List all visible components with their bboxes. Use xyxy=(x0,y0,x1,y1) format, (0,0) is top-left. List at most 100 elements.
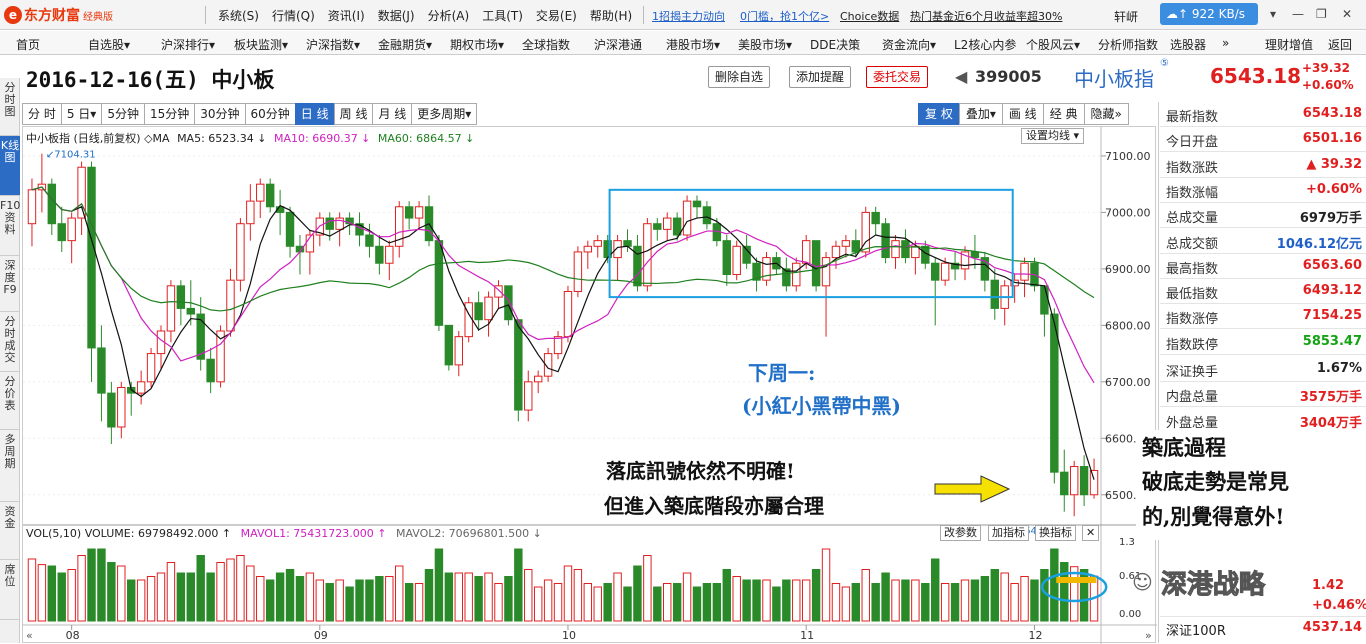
menu-system[interactable]: 系统(S) xyxy=(218,7,259,24)
nav-options[interactable]: 期权市场▾ xyxy=(450,36,504,53)
quote-row: 总成交额 1046.12亿元 xyxy=(1160,229,1366,254)
period-weekly[interactable]: 周 线 xyxy=(333,103,374,125)
period-15min[interactable]: 15分钟 xyxy=(143,103,196,125)
nav-screener[interactable]: 选股器 xyxy=(1170,36,1206,53)
sidebar-item-f9[interactable]: 深度F9 xyxy=(0,256,20,312)
remove-watchlist-button[interactable]: 删除自选 xyxy=(708,66,771,88)
period-daily[interactable]: 日 线 xyxy=(294,103,335,125)
nav-index[interactable]: 沪深指数▾ xyxy=(306,36,360,53)
nav-connect[interactable]: 沪深港通 xyxy=(594,36,642,53)
quote-row: 外盘总量 3404万手 xyxy=(1160,408,1366,433)
sidebar-item-capital[interactable]: 资金 xyxy=(0,502,20,560)
nav-more[interactable]: » xyxy=(1222,36,1229,50)
network-speed-badge: ☁↑ 922 KB/s xyxy=(1160,3,1258,25)
nav-us[interactable]: 美股市场▾ xyxy=(738,36,792,53)
nav-stock-wind[interactable]: 个股风云▾ xyxy=(1026,36,1080,53)
adjust-button[interactable]: 复 权 xyxy=(918,103,960,125)
period-60min[interactable]: 60分钟 xyxy=(244,103,296,125)
close-indicator-icon[interactable]: ✕ xyxy=(1082,525,1100,541)
volume-bar xyxy=(881,572,890,622)
side-number: 1.42 xyxy=(1312,578,1345,593)
draw-line-button[interactable]: 画 线 xyxy=(1001,103,1044,125)
nav-sector[interactable]: 板块监测▾ xyxy=(234,36,288,53)
candle-body xyxy=(206,358,215,383)
volume-highlight-fill xyxy=(1056,577,1097,583)
restore-icon[interactable]: ❐ xyxy=(1316,7,1327,21)
promo-link-1[interactable]: 1招揭主力动向 xyxy=(652,8,725,24)
nav-l2[interactable]: L2核心内参 xyxy=(954,36,1016,53)
sidebar-item-price-table[interactable]: 分价表 xyxy=(0,372,20,430)
volume-bar xyxy=(355,579,364,622)
month-label: 08 xyxy=(66,629,80,642)
set-ma-button[interactable]: 设置均线 ▾ xyxy=(1021,128,1085,144)
level-badge-icon: ⑤ xyxy=(1160,58,1169,69)
menu-quote[interactable]: 行情(Q) xyxy=(272,7,315,24)
menu-analysis[interactable]: 分析(A) xyxy=(428,7,470,24)
user-name[interactable]: 轩岍 xyxy=(1114,8,1138,25)
nav-back[interactable]: 返回 xyxy=(1328,36,1352,53)
volume-bar xyxy=(246,565,255,622)
prev-arrow-icon[interactable]: ◀ xyxy=(955,67,967,86)
sidebar-item-timeshare[interactable]: 分时图 xyxy=(0,78,20,136)
nav-dde[interactable]: DDE决策 xyxy=(810,36,860,53)
period-more[interactable]: 更多周期▾ xyxy=(411,103,478,125)
nav-analyst[interactable]: 分析师指数 xyxy=(1098,36,1158,53)
add-indicator-button[interactable]: 加指标 xyxy=(988,525,1029,541)
add-alert-button[interactable]: 添加提醒 xyxy=(789,66,852,88)
menu-news[interactable]: 资讯(I) xyxy=(328,7,365,24)
close-icon[interactable]: ✕ xyxy=(1342,7,1352,21)
volume-bar xyxy=(851,583,861,622)
volume-bar xyxy=(891,579,900,622)
minimize-icon[interactable]: — xyxy=(1292,7,1304,21)
overlay-button[interactable]: 叠加▾ xyxy=(958,103,1003,125)
sidebar-item-f10[interactable]: F10资料 xyxy=(0,196,20,256)
candle-body xyxy=(613,240,622,259)
nav-capital[interactable]: 资金流向▾ xyxy=(882,36,936,53)
candle-body xyxy=(990,279,999,309)
period-5min[interactable]: 5分钟 xyxy=(101,103,145,125)
sidebar-item-kline[interactable]: K线图 xyxy=(0,136,20,196)
menu-trade[interactable]: 交易(E) xyxy=(536,7,577,24)
volume-bar xyxy=(742,579,751,622)
promo-link-3[interactable]: Choice数据 xyxy=(840,8,899,24)
chart-area[interactable]: 7100.00 7000.00 6900.00 6800.00 6700.00 6600.… xyxy=(22,126,1157,644)
dropdown-icon[interactable]: ▾ xyxy=(1270,7,1276,21)
candle-body xyxy=(831,245,841,259)
quote-label: 内盘总量 xyxy=(1166,390,1219,406)
nav-futures[interactable]: 金融期货▾ xyxy=(378,36,432,53)
volume-bar xyxy=(196,555,205,622)
entrust-trade-button[interactable]: 委托交易 xyxy=(866,66,929,88)
period-5day[interactable]: 5 日▾ xyxy=(60,103,103,125)
legend-vol: VOL(5,10) VOLUME: 69798492.000 ↑ xyxy=(26,527,232,540)
nav-finance[interactable]: 理财增值 xyxy=(1265,36,1313,53)
period-monthly[interactable]: 月 线 xyxy=(372,103,413,125)
volume-bar xyxy=(811,569,821,622)
switch-indicator-button[interactable]: 换指标 xyxy=(1035,525,1076,541)
volume-bar xyxy=(921,583,930,622)
menu-tools[interactable]: 工具(T) xyxy=(482,7,523,24)
nav-hk[interactable]: 港股市场▾ xyxy=(666,36,720,53)
nav-ranking[interactable]: 沪深排行▾ xyxy=(161,36,215,53)
bottom-quote-row[interactable]: 深证100R 4537.14 xyxy=(1160,616,1366,640)
nav-watchlist[interactable]: 自选股▾ xyxy=(88,36,130,53)
nav-global[interactable]: 全球指数 xyxy=(522,36,570,53)
candle-body xyxy=(146,353,156,383)
scroll-left-icon[interactable]: « xyxy=(26,629,33,642)
promo-link-2[interactable]: 0门槛，抢1个亿> xyxy=(740,8,829,24)
kline-chart[interactable]: 7100.007000.006900.006800.006700.006600.… xyxy=(23,127,1157,644)
candle-body xyxy=(851,240,861,253)
menu-data[interactable]: 数据(J) xyxy=(378,7,415,24)
volume-bar xyxy=(682,572,692,622)
edit-param-button[interactable]: 改参数 xyxy=(940,525,981,541)
scroll-right-icon[interactable]: » xyxy=(1145,629,1152,642)
classic-button[interactable]: 经 典 xyxy=(1042,103,1085,125)
promo-link-4[interactable]: 热门基金近6个月收益率超30% xyxy=(910,8,1062,24)
period-timeshare[interactable]: 分 时 xyxy=(22,103,62,125)
hide-button[interactable]: 隐藏» xyxy=(1083,103,1129,125)
sidebar-item-multi-period[interactable]: 多周期 xyxy=(0,430,20,502)
sidebar-item-seats[interactable]: 席位 xyxy=(0,560,20,620)
period-30min[interactable]: 30分钟 xyxy=(194,103,246,125)
sidebar-item-trades[interactable]: 分时成交 xyxy=(0,312,20,372)
nav-home[interactable]: 首页 xyxy=(16,36,40,53)
menu-help[interactable]: 帮助(H) xyxy=(590,7,632,24)
